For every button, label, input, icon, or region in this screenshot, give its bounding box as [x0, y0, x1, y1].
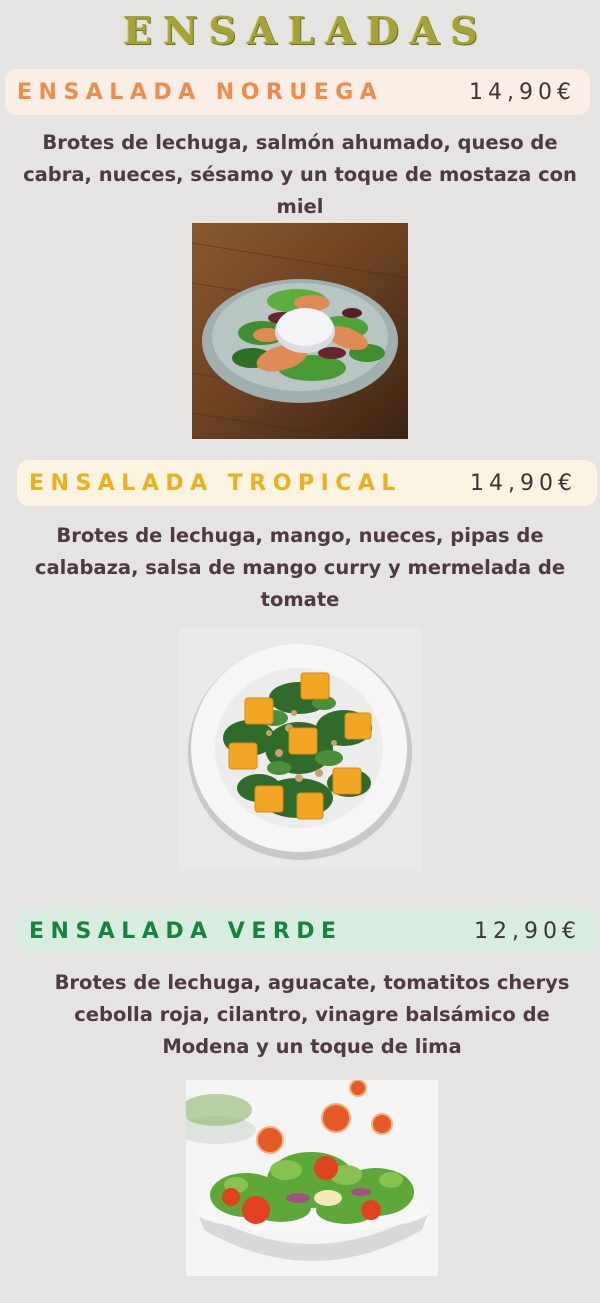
- description-line: calabaza, salsa de mango curry y mermela…: [34, 556, 566, 579]
- dish-price: 12,90€: [474, 918, 581, 944]
- description-line: Brotes de lechuga, salmón ahumado, queso…: [42, 131, 558, 154]
- green-salad-tomatoes-photo: [186, 1080, 438, 1276]
- dish-description: Brotes de lechuga, mango, nueces, pipas …: [0, 520, 600, 616]
- dish-name: ENSALADA TROPICAL: [29, 470, 402, 496]
- description-line: miel: [276, 195, 324, 218]
- dish-price: 14,90€: [470, 470, 577, 496]
- mango-salad-photo: [179, 628, 422, 871]
- description-line: cebolla roja, cilantro, vinagre balsámic…: [74, 1003, 550, 1026]
- dish-name: ENSALADA NORUEGA: [17, 79, 384, 105]
- dish-description: Brotes de lechuga, salmón ahumado, queso…: [0, 127, 600, 223]
- page-title: ENSALADAS: [123, 8, 489, 53]
- dish-header-tropical: ENSALADA TROPICAL 14,90€: [17, 460, 597, 506]
- dish-name: ENSALADA VERDE: [29, 918, 343, 944]
- description-line: Brotes de lechuga, aguacate, tomatitos c…: [54, 971, 570, 994]
- description-line: tomate: [260, 588, 340, 611]
- dish-price: 14,90€: [469, 79, 576, 105]
- dish-header-green: ENSALADA VERDE 12,90€: [17, 908, 597, 954]
- dish-header-norwegian: ENSALADA NORUEGA 14,90€: [5, 69, 590, 115]
- description-line: cabra, nueces, sésamo y un toque de most…: [23, 163, 577, 186]
- salmon-goat-cheese-salad-photo: [192, 223, 408, 439]
- description-line: Brotes de lechuga, mango, nueces, pipas …: [56, 524, 544, 547]
- description-line: Modena y un toque de lima: [162, 1035, 462, 1058]
- menu-page: ENSALADAS ENSALADA NORUEGA 14,90€ Brotes…: [0, 0, 600, 1303]
- dish-description: Brotes de lechuga, aguacate, tomatitos c…: [0, 967, 600, 1063]
